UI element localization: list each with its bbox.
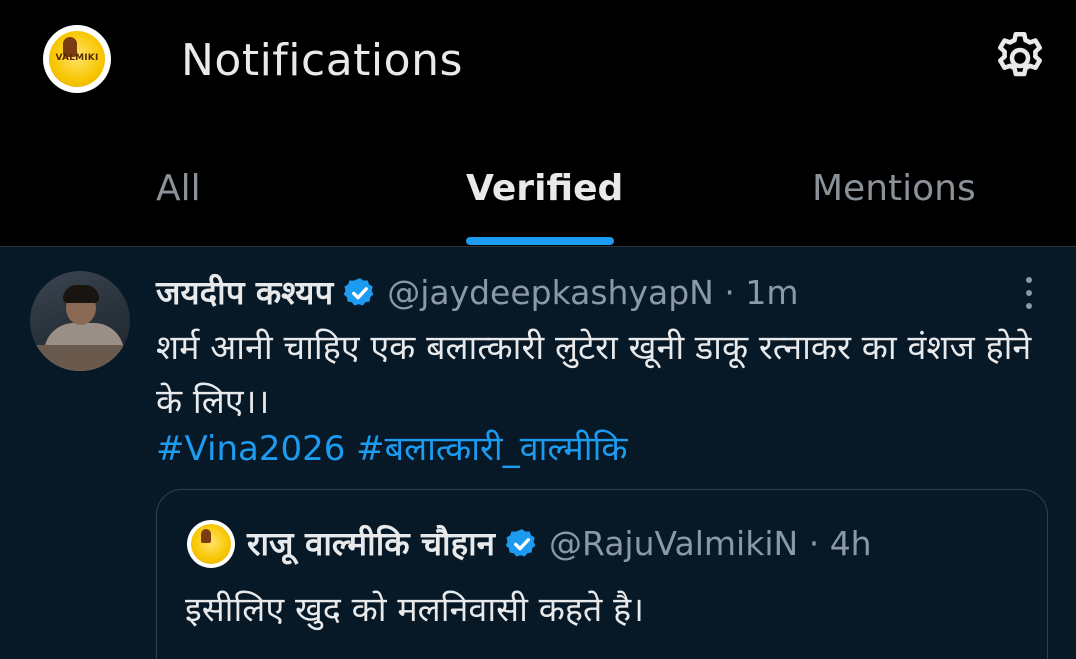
verified-badge-icon	[505, 528, 536, 556]
more-vertical-icon	[1026, 277, 1032, 283]
hashtags: #Vina2026 #बलात्कारी_वाल्मीकि	[156, 425, 628, 473]
quoted-author-handle: @RajuValmikiN	[548, 524, 799, 563]
quoted-author-name: राजू वाल्मीकि चौहान	[247, 524, 495, 563]
author-handle[interactable]: @jaydeepkashyapN	[387, 273, 714, 312]
logo-text: VALMIKI	[55, 53, 99, 63]
profile-avatar[interactable]: VALMIKI	[43, 25, 111, 93]
quoted-tweet[interactable]: राजू वाल्मीकि चौहान @RajuValmikiN · 4h इ…	[156, 489, 1048, 659]
page-title: Notifications	[181, 35, 463, 86]
author-avatar[interactable]	[30, 271, 130, 371]
active-tab-indicator	[466, 237, 614, 245]
tweet-text: शर्म आनी चाहिए एक बलात्कारी लुटेरा खूनी …	[156, 328, 1032, 422]
dot-separator: ·	[808, 524, 820, 563]
tweet-header: जयदीप कश्यप @jaydeepkashyapN · 1m	[156, 271, 799, 315]
top-bar: VALMIKI Notifications	[0, 0, 1076, 122]
hashtag-link[interactable]: #बलात्कारी_वाल्मीकि	[356, 429, 627, 469]
hashtag-link[interactable]: #Vina2026	[156, 429, 345, 469]
notification-tabs: All Verified Mentions	[0, 122, 1076, 246]
tweet-timestamp[interactable]: 1m	[745, 273, 798, 312]
more-vertical-icon	[1026, 303, 1032, 309]
notifications-screen: VALMIKI Notifications All Verified Menti…	[0, 0, 1076, 659]
avatar-hair	[63, 285, 99, 303]
more-options-button[interactable]	[1014, 277, 1044, 311]
avatar-table	[30, 345, 130, 371]
tab-mentions[interactable]: Mentions	[812, 164, 976, 214]
more-vertical-icon	[1026, 290, 1032, 296]
tab-all[interactable]: All	[156, 164, 201, 214]
quoted-author-avatar	[187, 520, 235, 568]
logo-figure-icon	[201, 529, 211, 543]
valmiki-logo	[191, 524, 231, 564]
author-name[interactable]: जयदीप कश्यप	[156, 273, 333, 312]
quoted-tweet-timestamp: 4h	[829, 524, 872, 563]
dot-separator: ·	[724, 273, 735, 312]
quoted-tweet-text: इसीलिए खुद को मलनिवासी कहते है।	[185, 590, 645, 630]
quoted-tweet-header: राजू वाल्मीकि चौहान @RajuValmikiN · 4h	[247, 522, 872, 566]
gear-icon	[998, 32, 1042, 77]
verified-badge-icon	[343, 277, 374, 305]
notification-feed: जयदीप कश्यप @jaydeepkashyapN · 1m शर्म आ…	[0, 247, 1076, 659]
tab-verified[interactable]: Verified	[466, 164, 623, 214]
settings-button[interactable]	[990, 28, 1050, 88]
